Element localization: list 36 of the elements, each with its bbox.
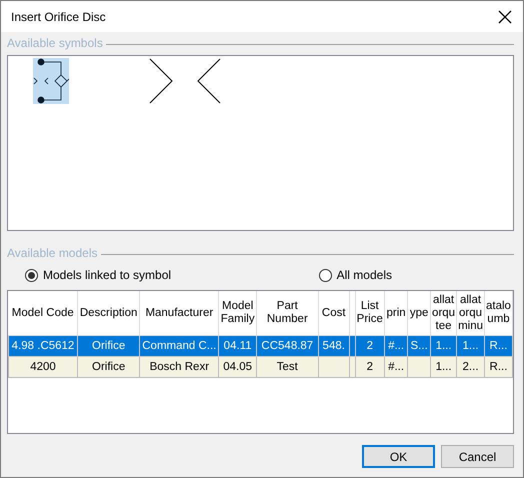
table-cell: 04.05 <box>223 361 252 373</box>
table-row[interactable]: 4.98 .C5612 Orifice Command C... 04.11 CC548.87 548. 2 #... S... 1... 1... R... <box>8 336 512 356</box>
radio-button[interactable] <box>318 268 332 282</box>
close-icon[interactable] <box>497 8 513 24</box>
table-cell: 2... <box>462 361 479 373</box>
table-cell: 548. <box>322 340 345 352</box>
table-cell: #... <box>388 361 404 373</box>
dialog-button[interactable]: Cancel <box>441 445 514 468</box>
table-cell: Bosch Rexr <box>150 361 210 373</box>
table-cell: Orifice <box>92 340 126 352</box>
table-row[interactable]: 4200 Orifice Bosch Rexr 04.05 Test 2 #... 1... 2... R... <box>8 356 512 378</box>
table-cell: Command C... <box>142 340 216 352</box>
table-cell: R... <box>490 361 508 373</box>
table-cell: 2 <box>366 361 373 373</box>
table-cell: CC548.87 <box>261 340 314 352</box>
table-cell: 4.98 .C5612 <box>12 340 74 352</box>
table-cell: 04.11 <box>224 340 252 352</box>
dialog-button[interactable]: OK <box>362 445 435 468</box>
group-label: Available symbols <box>7 36 103 50</box>
orifice-check-valve-symbol[interactable] <box>33 58 69 104</box>
radio-button[interactable] <box>25 268 38 282</box>
table-cell: 1... <box>436 340 452 352</box>
table-cell: #... <box>388 340 404 352</box>
table-cell: 1... <box>462 340 479 352</box>
table-cell: 1... <box>436 361 452 373</box>
radio-label[interactable]: All models <box>336 268 392 282</box>
window-title: Insert Orifice Disc <box>11 10 106 24</box>
table-cell: Orifice <box>92 361 126 373</box>
table-cell: R... <box>490 340 508 352</box>
orifice-symbol[interactable] <box>149 58 221 104</box>
table-cell: 4200 <box>30 361 56 373</box>
group-label: Available models <box>7 246 98 260</box>
table-cell: S... <box>410 340 428 352</box>
table-cell: 2 <box>366 340 373 352</box>
radio-label[interactable]: Models linked to symbol <box>43 268 172 282</box>
table-cell: Test <box>276 361 298 373</box>
